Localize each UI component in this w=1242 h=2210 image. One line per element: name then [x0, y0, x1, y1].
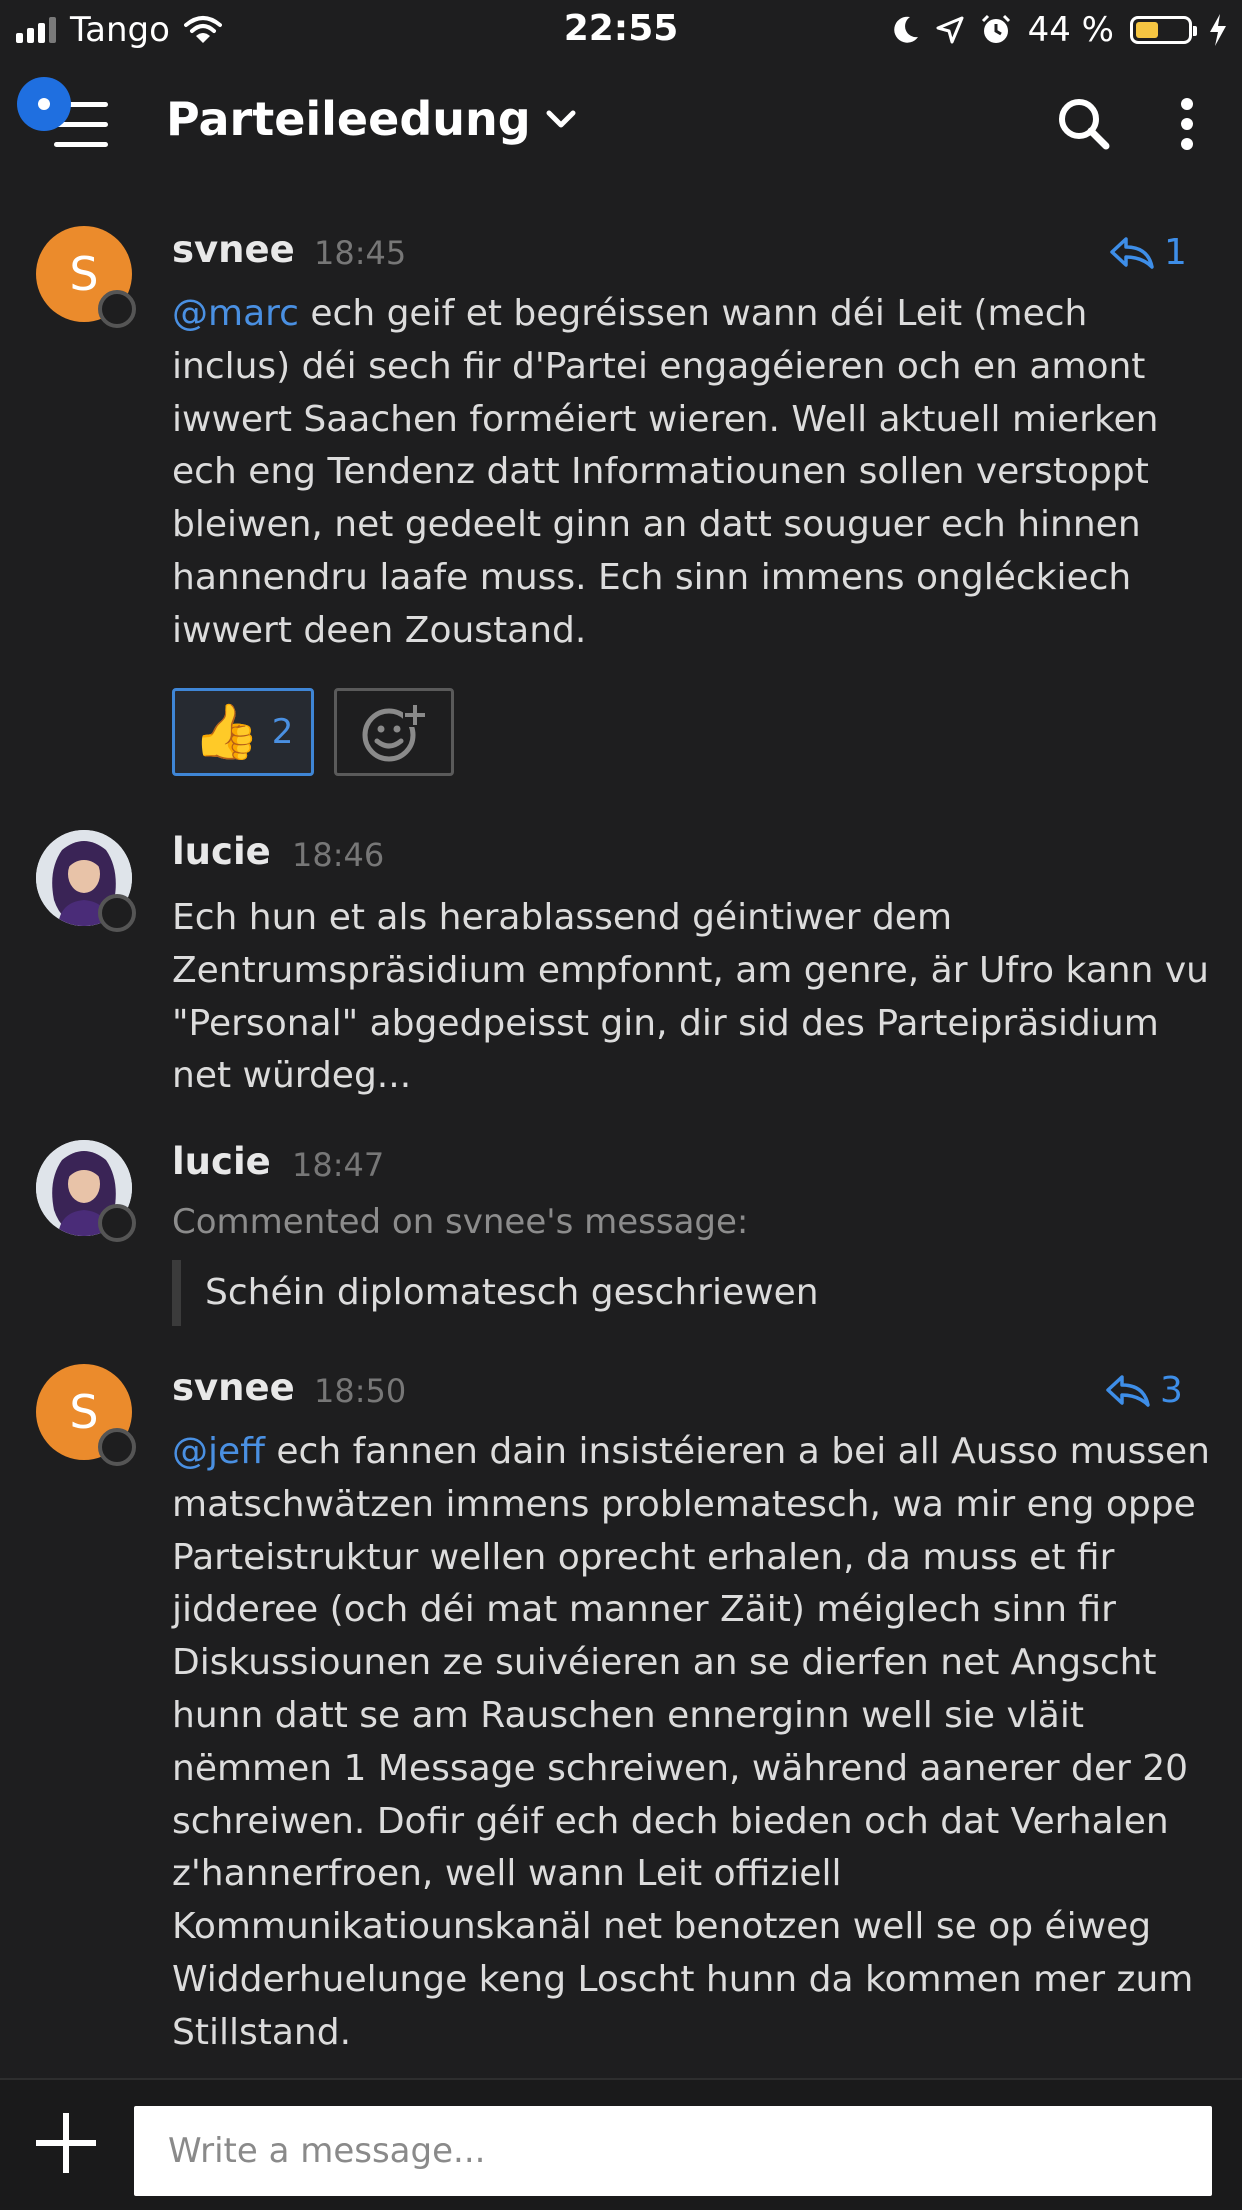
- message-input[interactable]: [134, 2106, 1212, 2196]
- timestamp: 18:45: [314, 234, 407, 272]
- message-text: @marc ech geif et begréissen wann déi Le…: [172, 288, 1212, 658]
- status-bar: Tango 22:55 44 %: [0, 0, 1242, 62]
- channel-title: Parteileedung: [166, 92, 531, 146]
- battery-level: [1136, 22, 1158, 38]
- chevron-down-icon: [546, 110, 576, 128]
- comment-reference[interactable]: Commented on svnee's message:: [172, 1202, 748, 1242]
- avatar-letter: S: [69, 247, 99, 301]
- charging-icon: [1210, 14, 1226, 46]
- message-composer: [0, 2078, 1242, 2210]
- timestamp: 18:46: [292, 836, 385, 874]
- message-body: ech geif et begréissen wann déi Leit (me…: [172, 293, 1159, 651]
- more-vertical-icon[interactable]: [1172, 96, 1202, 152]
- search-icon[interactable]: [1054, 94, 1114, 154]
- username[interactable]: svnee: [172, 1366, 295, 1409]
- channel-header: Parteileedung: [0, 62, 1242, 186]
- reply-count: 3: [1160, 1370, 1183, 1411]
- unread-badge[interactable]: [17, 77, 71, 131]
- timestamp: 18:50: [314, 1372, 407, 1410]
- reply-count-button[interactable]: 1: [1108, 232, 1187, 273]
- reactions-bar: 👍 2: [172, 688, 454, 776]
- battery-percent: 44 %: [1027, 10, 1114, 50]
- reaction-count: 2: [271, 712, 294, 752]
- timestamp: 18:47: [292, 1146, 385, 1184]
- moon-icon: [893, 16, 918, 43]
- plus-icon[interactable]: [36, 2113, 96, 2173]
- add-reaction-button[interactable]: [334, 688, 454, 776]
- channel-title-dropdown[interactable]: Parteileedung: [166, 92, 577, 146]
- reply-icon: [1110, 236, 1154, 269]
- user-mention[interactable]: @jeff: [172, 1431, 265, 1472]
- reaction-thumbs-up[interactable]: 👍 2: [172, 688, 314, 776]
- reply-icon: [1106, 1374, 1150, 1407]
- status-indicator: [98, 290, 136, 328]
- status-indicator: [98, 1204, 136, 1242]
- username[interactable]: lucie: [172, 830, 271, 873]
- status-indicator: [98, 1428, 136, 1466]
- status-indicator: [98, 894, 136, 932]
- message-body: ech fannen dain insistéieren a bei all A…: [172, 1431, 1210, 2053]
- message-text: @jeff ech fannen dain insistéieren a bei…: [172, 1426, 1212, 2060]
- alarm-icon: [981, 14, 1010, 43]
- message-text: Ech hun et als herablassend géintiwer de…: [172, 897, 1209, 1097]
- reply-count-button[interactable]: 3: [1104, 1370, 1183, 1411]
- avatar-letter: S: [69, 1385, 99, 1439]
- quoted-message[interactable]: Schéin diplomatesch geschriewen: [172, 1260, 1212, 1326]
- battery-icon: [1130, 16, 1197, 44]
- username[interactable]: lucie: [172, 1140, 271, 1183]
- location-icon: [936, 16, 964, 44]
- reply-count: 1: [1164, 232, 1187, 273]
- add-emoji-icon: [362, 703, 427, 762]
- user-mention[interactable]: @marc: [172, 293, 299, 334]
- thumbs-up-icon: 👍: [192, 700, 260, 763]
- username[interactable]: svnee: [172, 228, 295, 271]
